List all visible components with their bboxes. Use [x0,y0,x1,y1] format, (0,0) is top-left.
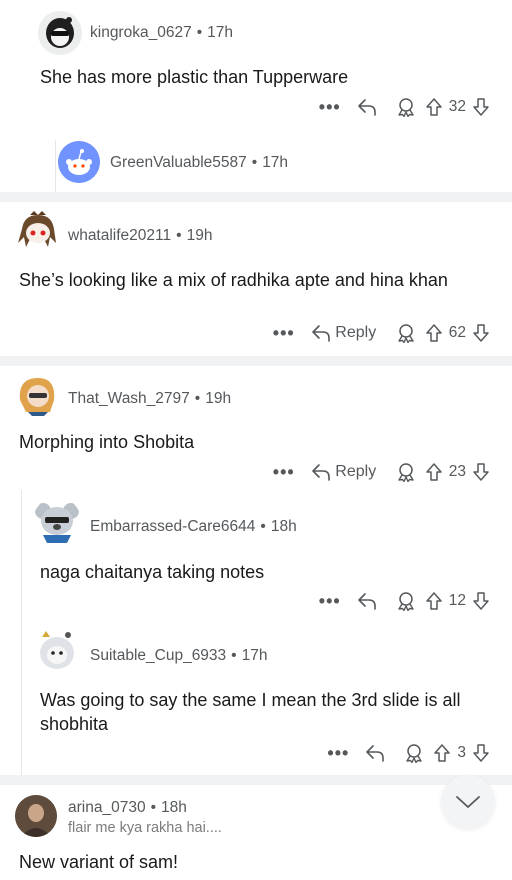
upvote-arrow-icon[interactable] [423,319,445,347]
username[interactable]: whatalife20211 [68,227,171,244]
upvote-arrow-icon[interactable] [423,458,445,486]
award-icon[interactable] [389,587,423,615]
comment-actions: ••• Reply 62 [269,319,492,347]
more-options-icon[interactable]: ••• [315,587,345,615]
reply-label[interactable]: Reply [335,324,376,342]
comment-body: She has more plastic than Tupperware [40,67,349,87]
comment-body: She’s looking like a mix of radhika apte… [19,270,448,290]
user-avatar[interactable] [15,795,57,837]
comment-meta: GreenValuable5587 • 17h [110,154,289,171]
downvote-arrow-icon[interactable] [470,587,492,615]
reply-button[interactable]: Reply [299,458,389,486]
downvote-arrow-icon[interactable] [470,458,492,486]
vote-count: 3 [457,744,466,761]
comment-body: naga chaitanya taking notes [40,562,265,582]
reply-arrow-icon[interactable] [353,739,397,767]
user-avatar[interactable] [38,11,82,55]
reply-arrow-icon[interactable] [345,587,389,615]
timestamp: 17h [241,647,268,664]
comment-actions: ••• 3 [323,739,492,767]
timestamp: 17h [262,154,289,171]
upvote-arrow-icon[interactable] [423,587,445,615]
comment-body: Morphing into Shobita [19,432,195,452]
timestamp: 17h [207,24,234,41]
more-options-icon[interactable]: ••• [315,93,345,121]
reply-arrow-icon[interactable] [345,93,389,121]
comment-meta: whatalife20211 • 19h [68,227,213,244]
award-icon[interactable] [389,319,423,347]
upvote-arrow-icon[interactable] [431,739,453,767]
comment-body: New variant of sam! [19,852,179,872]
downvote-arrow-icon[interactable] [470,319,492,347]
timestamp: 18h [270,518,297,535]
comment-meta: That_Wash_2797 • 19h [68,390,232,407]
user-avatar[interactable] [14,209,60,255]
username[interactable]: That_Wash_2797 [68,390,190,407]
username[interactable]: Suitable_Cup_6933 [90,647,226,664]
username[interactable]: kingroka_0627 [90,24,192,41]
award-icon[interactable] [389,458,423,486]
user-avatar[interactable] [34,627,80,673]
downvote-arrow-icon[interactable] [470,739,492,767]
comment-meta: Suitable_Cup_6933 • 17h [90,647,268,664]
reply-arrow-icon [312,325,331,342]
vote-count: 23 [448,463,466,480]
downvote-arrow-icon[interactable] [470,93,492,121]
award-icon[interactable] [389,93,423,121]
comment-divider [0,356,512,366]
more-options-icon[interactable]: ••• [269,319,299,347]
username[interactable]: GreenValuable5587 [110,154,247,171]
comment-meta: kingroka_0627 • 17h [90,24,234,41]
thread-line [55,140,56,192]
comment-actions: ••• 32 [315,93,492,121]
reply-button[interactable]: Reply [299,319,389,347]
timestamp: 19h [186,227,213,244]
reply-label[interactable]: Reply [335,463,376,481]
username[interactable]: Embarrassed-Care6644 [90,518,255,535]
chevron-down-icon [456,796,480,808]
timestamp: 18h [161,799,187,816]
comment-meta: arina_0730 • 18h [68,799,187,816]
comment-actions: ••• Reply 23 [269,458,492,486]
timestamp: 19h [205,390,232,407]
vote-count: 12 [448,592,466,609]
vote-count: 32 [448,98,466,115]
more-options-icon[interactable]: ••• [269,458,299,486]
upvote-arrow-icon[interactable] [423,93,445,121]
user-avatar[interactable] [33,497,81,545]
scroll-down-button[interactable] [441,775,495,829]
comment-divider [0,775,512,785]
comment-meta: Embarrassed-Care6644 • 18h [90,518,297,535]
comment-actions: ••• 12 [315,587,492,615]
award-icon[interactable] [397,739,431,767]
thread-line [21,615,22,775]
user-avatar[interactable] [14,372,60,418]
vote-count: 62 [448,324,466,341]
comment-body: Was going to say the same I mean the 3rd… [40,690,461,734]
user-avatar[interactable] [58,141,100,183]
comment-divider [0,192,512,202]
more-options-icon[interactable]: ••• [323,739,353,767]
username[interactable]: arina_0730 [68,799,146,816]
reply-arrow-icon [312,464,331,481]
user-flair: flair me kya rakha hai.... [68,820,222,836]
